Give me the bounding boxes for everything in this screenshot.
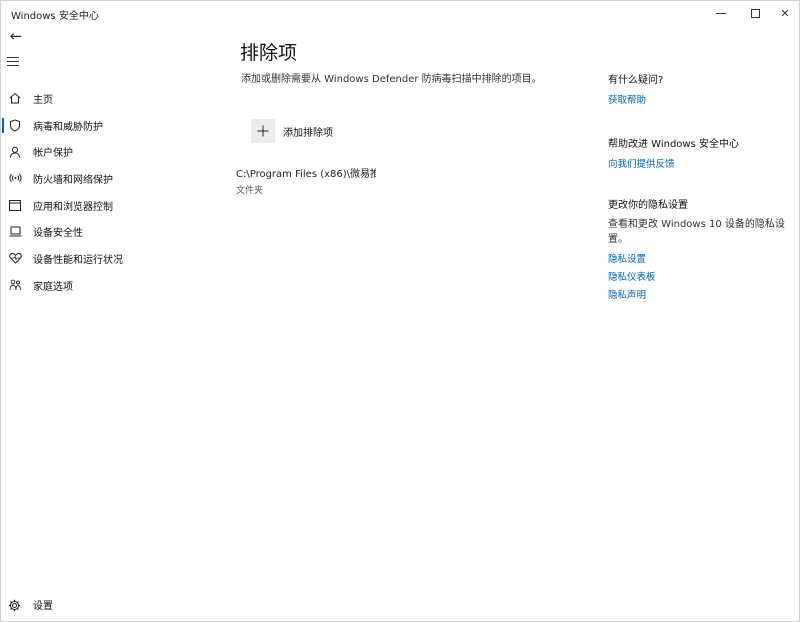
- exclusion-path: C:\Program Files (x86)\微易推: [236, 169, 376, 180]
- sidebar-item-home[interactable]: 主页: [1, 85, 201, 112]
- sidebar-item-firewall[interactable]: 防火墙和网络保护: [1, 165, 201, 192]
- back-arrow-icon: ←: [9, 27, 23, 45]
- sidebar-item-label: 主页: [33, 94, 53, 106]
- close-icon: ✕: [780, 6, 790, 20]
- sidebar-item-label: 防火墙和网络保护: [33, 174, 113, 186]
- home-icon: [8, 91, 22, 105]
- privacy-dashboard-link[interactable]: 隐私仪表板: [608, 269, 788, 283]
- privacy-description: 查看和更改 Windows 10 设备的隐私设置。: [608, 219, 785, 245]
- minimize-icon: [716, 12, 726, 14]
- wifi-icon: [8, 171, 22, 185]
- page-description: 添加或删除需要从 Windows Defender 防病毒扫描中排除的项目。: [241, 74, 542, 85]
- sidebar-item-label: 设备性能和运行状况: [33, 254, 123, 266]
- close-button[interactable]: ✕: [767, 1, 800, 25]
- privacy-settings-link[interactable]: 隐私设置: [608, 251, 788, 265]
- sidebar-item-account-protection[interactable]: 帐户保护: [1, 138, 201, 165]
- exclusion-type: 文件夹: [236, 186, 264, 196]
- app-window: Windows 安全中心 ✕ ← 主页 病毒和威胁防护 帐户保护 防火墙和网络保…: [0, 0, 800, 622]
- window-title: Windows 安全中心: [11, 11, 99, 22]
- maximize-icon: [750, 8, 760, 18]
- sidebar-item-label: 设置: [33, 600, 53, 612]
- feedback-heading: 帮助改进 Windows 安全中心: [608, 139, 739, 150]
- hamburger-icon-line: [7, 61, 19, 62]
- help-heading: 有什么疑问?: [608, 75, 664, 86]
- minimize-button[interactable]: [703, 1, 739, 25]
- laptop-icon: [8, 225, 22, 239]
- hamburger-icon-line: [7, 57, 19, 58]
- sidebar-item-label: 应用和浏览器控制: [33, 201, 113, 213]
- add-exclusion-label: 添加排除项: [283, 127, 333, 139]
- person-icon: [8, 145, 22, 159]
- sidebar-item-label: 病毒和威胁防护: [33, 121, 103, 133]
- sidebar-item-settings[interactable]: 设置: [1, 593, 201, 615]
- privacy-heading: 更改你的隐私设置: [608, 200, 688, 211]
- exclusion-list-item[interactable]: C:\Program Files (x86)\微易推 文件夹: [236, 165, 376, 196]
- sidebar-item-label: 帐户保护: [33, 148, 73, 160]
- sidebar-item-app-browser-control[interactable]: 应用和浏览器控制: [1, 192, 201, 219]
- browser-window-icon: [8, 198, 22, 212]
- back-button[interactable]: ←: [6, 27, 26, 45]
- heart-icon: [8, 251, 22, 265]
- page-title: 排除项: [240, 42, 298, 64]
- sidebar-item-device-performance[interactable]: 设备性能和运行状况: [1, 245, 201, 272]
- hamburger-icon-line: [7, 65, 19, 66]
- privacy-statement-link[interactable]: 隐私声明: [608, 287, 788, 301]
- sidebar-item-family-options[interactable]: 家庭选项: [1, 272, 201, 299]
- sidebar-item-label: 设备安全性: [33, 228, 83, 240]
- help-section: 有什么疑问? 获取帮助: [608, 71, 788, 106]
- family-icon: [8, 278, 22, 292]
- sidebar-item-label: 家庭选项: [33, 281, 73, 293]
- menu-button[interactable]: [7, 57, 23, 71]
- gear-icon: [8, 597, 22, 612]
- sidebar-item-device-security[interactable]: 设备安全性: [1, 218, 201, 245]
- give-feedback-link[interactable]: 向我们提供反馈: [608, 156, 788, 170]
- sidebar-nav: 主页 病毒和威胁防护 帐户保护 防火墙和网络保护 应用和浏览器控制 设备安全性 …: [1, 85, 201, 299]
- sidebar-item-virus-protection[interactable]: 病毒和威胁防护: [1, 112, 201, 139]
- privacy-section: 更改你的隐私设置 查看和更改 Windows 10 设备的隐私设置。 隐私设置 …: [608, 196, 788, 301]
- shield-icon: [8, 118, 22, 132]
- title-bar: Windows 安全中心 ✕: [1, 1, 799, 25]
- plus-icon: [251, 119, 275, 143]
- get-help-link[interactable]: 获取帮助: [608, 92, 788, 106]
- add-exclusion-button[interactable]: 添加排除项: [251, 116, 333, 146]
- feedback-section: 帮助改进 Windows 安全中心 向我们提供反馈: [608, 135, 788, 170]
